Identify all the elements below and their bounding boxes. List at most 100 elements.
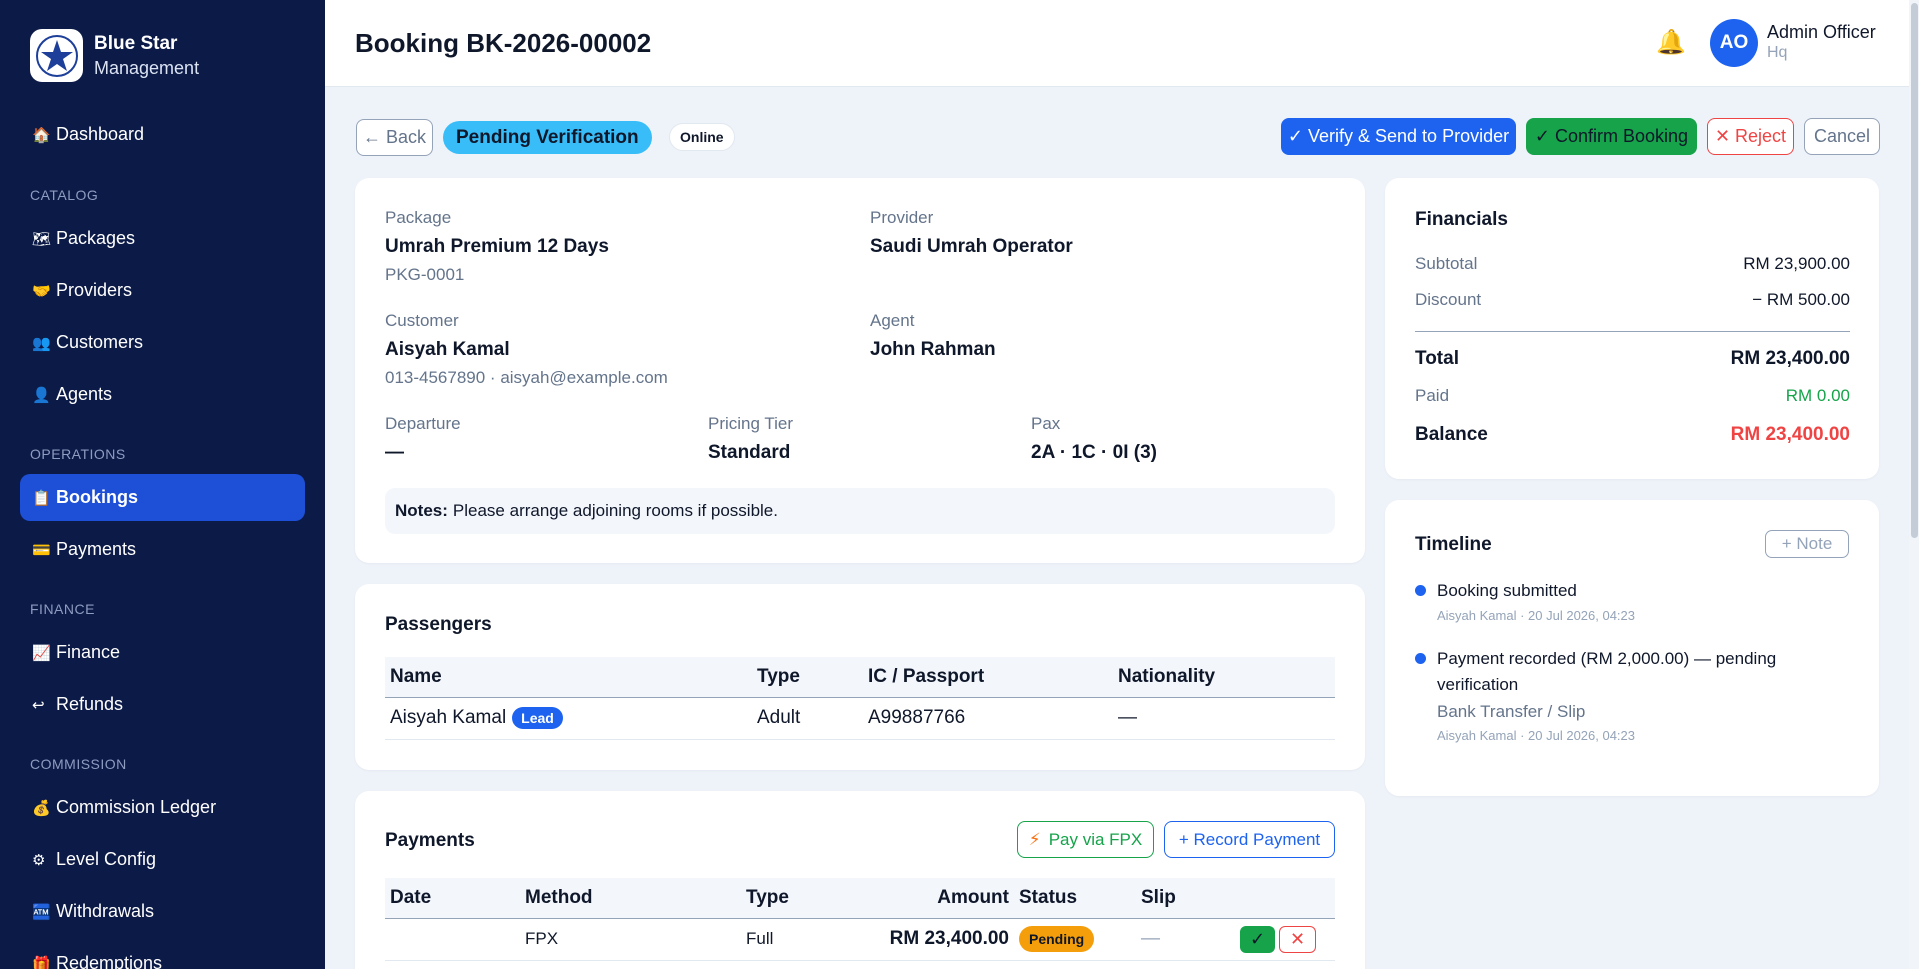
payment-date: [385, 918, 520, 961]
section-label-catalog: CATALOG: [30, 187, 99, 203]
decline-payment-button[interactable]: ✕: [1279, 925, 1316, 953]
section-label-finance: FINANCE: [30, 601, 95, 617]
agent-icon: 👤: [32, 386, 51, 404]
column-header: Slip: [1136, 878, 1235, 919]
sidebar-item-bookings[interactable]: 📋 Bookings: [20, 474, 305, 521]
sidebar-item-label: Withdrawals: [56, 901, 155, 921]
passengers-card: Passengers Name Type IC / Passport Natio…: [355, 584, 1365, 770]
sidebar-item-label: Refunds: [56, 694, 124, 714]
column-header: Status: [1014, 878, 1136, 919]
sidebar-item-label: Packages: [56, 228, 136, 248]
record-payment-button[interactable]: + Record Payment: [1164, 821, 1335, 858]
confirm-booking-button[interactable]: ✓ Confirm Booking: [1526, 118, 1697, 155]
payment-method: FPX: [520, 918, 741, 961]
scrollbar-thumb[interactable]: [1911, 3, 1918, 538]
divider: [1415, 331, 1850, 332]
timeline-event-meta: Aisyah Kamal · 20 Jul 2026, 04:23: [1437, 728, 1636, 743]
balance-row: Balance RM 23,400.00: [1415, 424, 1850, 446]
paid-label: Paid: [1415, 386, 1450, 405]
timeline-card: Timeline + Note Booking submitted Aisyah…: [1385, 500, 1879, 796]
timeline-dot: [1415, 585, 1426, 596]
table-header-row: Date Method Type Amount Status Slip: [385, 878, 1335, 919]
column-header: Nationality: [1113, 657, 1335, 698]
payments-title: Payments: [385, 830, 475, 851]
fpx-label: Pay via FPX: [1048, 829, 1143, 849]
sidebar-item-label: Dashboard: [56, 124, 145, 144]
payments-card: Payments ⚡ Pay via FPX + Record Payment …: [355, 791, 1365, 969]
table-row[interactable]: FPX Full RM 23,400.00 Pending — ✓ ✕: [385, 918, 1335, 961]
back-button[interactable]: ← Back: [356, 119, 433, 156]
handshake-icon: 🤝: [32, 282, 51, 300]
avatar[interactable]: AO: [1710, 19, 1758, 67]
sidebar: Blue Star Management 🏠 Dashboard CATALOG…: [0, 0, 325, 969]
sidebar-item-providers[interactable]: 🤝 Providers: [20, 267, 305, 314]
package-code: PKG-0001: [385, 265, 465, 284]
brand-name: Blue Star: [94, 32, 178, 54]
status-badge: Pending: [1019, 926, 1095, 952]
section-label-operations: OPERATIONS: [30, 446, 126, 462]
provider-name: Saudi Umrah Operator: [870, 236, 1073, 257]
sidebar-item-label: Finance: [56, 642, 121, 662]
subtotal-value: RM 23,900.00: [1743, 254, 1850, 273]
financials-card: Financials Subtotal RM 23,900.00 Discoun…: [1385, 178, 1879, 479]
home-icon: 🏠: [32, 126, 51, 144]
customer-name: Aisyah Kamal: [385, 339, 510, 360]
page-title: Booking BK-2026-00002: [355, 28, 652, 58]
column-header: Amount: [862, 878, 1014, 919]
booking-details-card: Package Umrah Premium 12 Days PKG-0001 P…: [355, 178, 1365, 563]
sidebar-item-agents[interactable]: 👤 Agents: [20, 371, 305, 418]
sidebar-item-level-config[interactable]: ⚙ Level Config: [20, 836, 305, 883]
sidebar-item-dashboard[interactable]: 🏠 Dashboard: [20, 111, 305, 158]
customer-label: Customer: [385, 311, 459, 330]
sidebar-item-finance[interactable]: 📈 Finance: [20, 629, 305, 676]
brand[interactable]: Blue Star Management: [30, 29, 199, 82]
users-icon: 👥: [32, 334, 51, 352]
sidebar-item-packages[interactable]: 🗺 Packages: [20, 215, 305, 262]
cancel-button[interactable]: Cancel: [1804, 118, 1880, 155]
column-header: Type: [752, 657, 863, 698]
sidebar-item-payments[interactable]: 💳 Payments: [20, 526, 305, 573]
clipboard-icon: 📋: [32, 489, 51, 507]
approve-payment-button[interactable]: ✓: [1240, 925, 1275, 953]
page-scrollbar[interactable]: [1909, 0, 1919, 969]
passengers-title: Passengers: [385, 614, 492, 635]
payment-actions-cell: ✓ ✕: [1235, 918, 1335, 961]
sidebar-item-commission-ledger[interactable]: 💰 Commission Ledger: [20, 784, 305, 831]
user-name[interactable]: Admin Officer: [1767, 22, 1876, 43]
sidebar-item-label: Redemptions: [56, 953, 163, 969]
column-header: IC / Passport: [863, 657, 1113, 698]
sidebar-item-withdrawals[interactable]: 🏧 Withdrawals: [20, 888, 305, 935]
bell-icon[interactable]: 🔔: [1656, 28, 1686, 57]
total-row: Total RM 23,400.00: [1415, 348, 1850, 370]
column-header: Type: [741, 878, 862, 919]
atm-icon: 🏧: [32, 903, 51, 921]
total-value: RM 23,400.00: [1730, 348, 1850, 369]
column-header: Date: [385, 878, 520, 919]
sidebar-item-label: Payments: [56, 539, 137, 559]
customer-contact: 013-4567890 · aisyah@example.com: [385, 368, 668, 387]
payment-slip: —: [1136, 918, 1235, 961]
channel-badge: Online: [669, 123, 735, 151]
brand-logo: [30, 29, 83, 82]
top-header: Booking BK-2026-00002 🔔 AO Admin Officer…: [325, 0, 1909, 87]
map-icon: 🗺: [32, 230, 52, 248]
pax-label: Pax: [1031, 414, 1061, 433]
sidebar-item-customers[interactable]: 👥 Customers: [20, 319, 305, 366]
verify-send-button[interactable]: ✓ Verify & Send to Provider: [1281, 118, 1516, 155]
balance-label: Balance: [1415, 424, 1488, 445]
table-row[interactable]: Aisyah Kamal Lead Adult A99887766 —: [385, 697, 1335, 740]
total-label: Total: [1415, 348, 1459, 369]
paid-value: RM 0.00: [1785, 386, 1850, 405]
add-note-button[interactable]: + Note: [1765, 530, 1849, 558]
agent-label: Agent: [870, 311, 915, 330]
credit-card-icon: 💳: [32, 541, 51, 559]
sidebar-item-redemptions[interactable]: 🎁 Redemptions: [20, 940, 305, 969]
reject-button[interactable]: ✕ Reject: [1707, 118, 1794, 155]
gear-icon: ⚙: [32, 851, 46, 869]
timeline-title: Timeline: [1415, 534, 1492, 555]
payment-status-cell: Pending: [1014, 918, 1136, 961]
financials-title: Financials: [1415, 209, 1508, 230]
lead-badge: Lead: [512, 706, 563, 729]
pay-via-fpx-button[interactable]: ⚡ Pay via FPX: [1017, 821, 1154, 858]
sidebar-item-refunds[interactable]: ↩ Refunds: [20, 681, 305, 728]
